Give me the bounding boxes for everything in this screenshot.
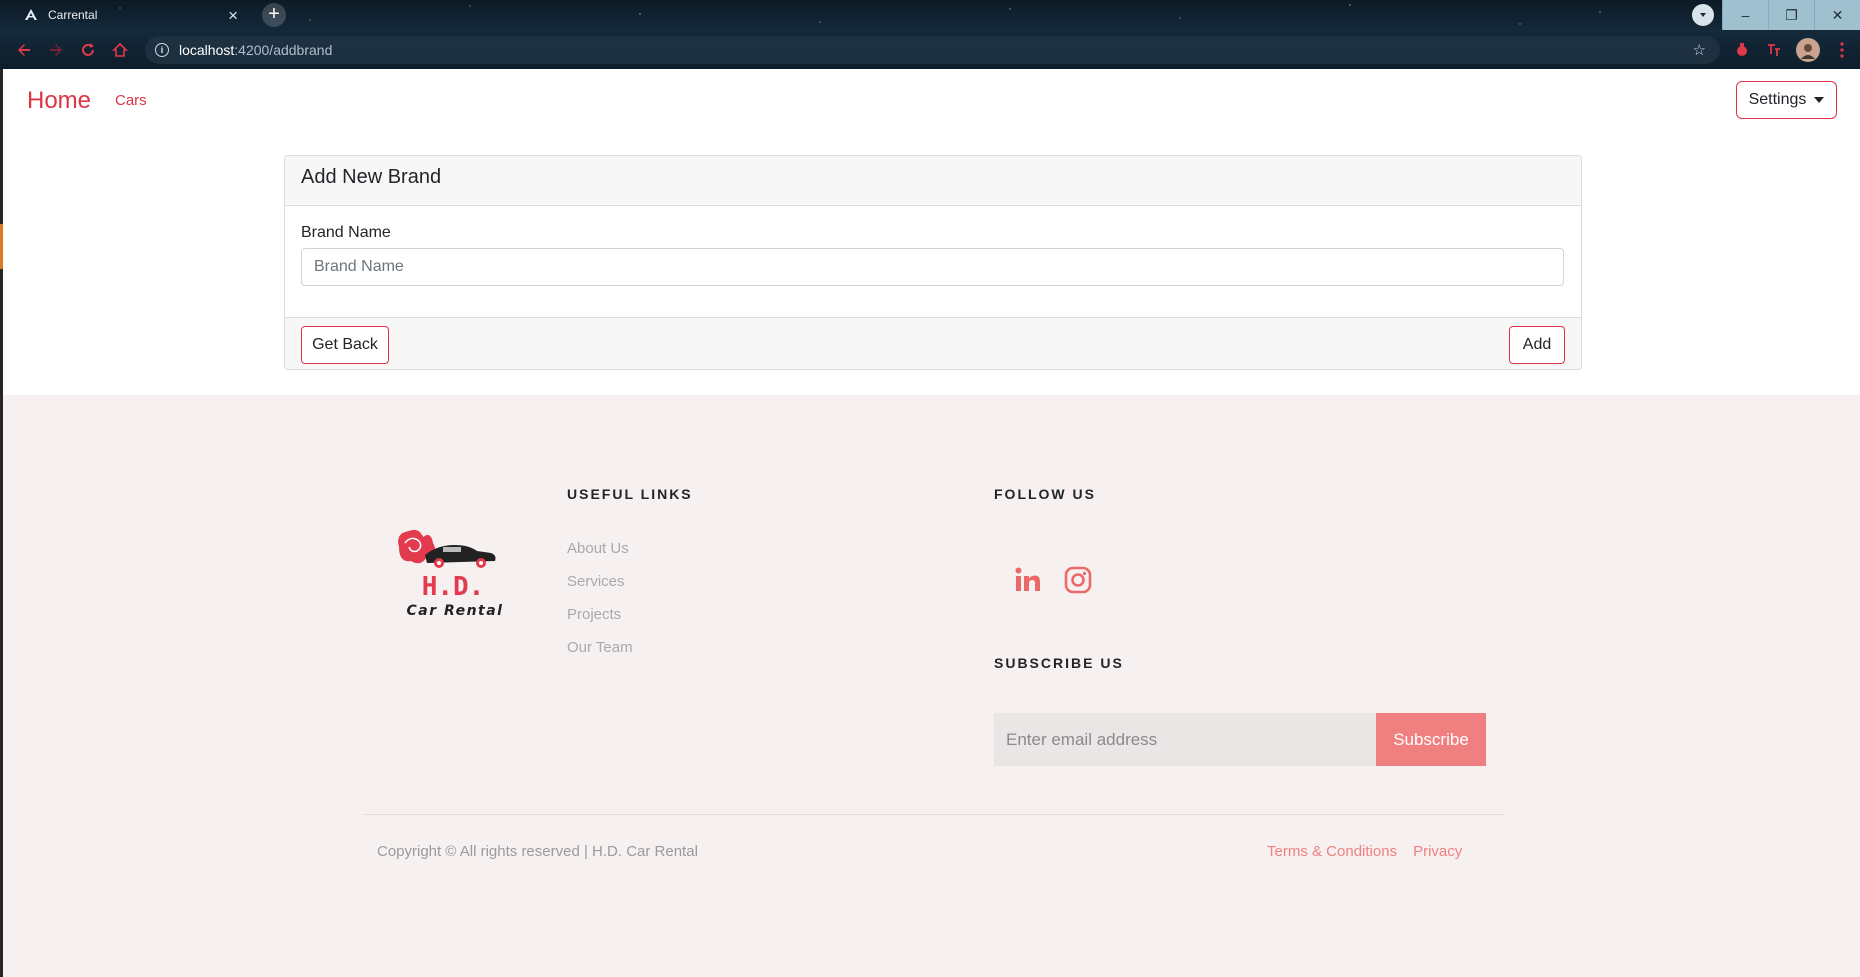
card-footer: Get Back Add	[285, 317, 1581, 369]
translate-extension-icon[interactable]	[1764, 40, 1784, 60]
social-links	[1013, 565, 1093, 595]
add-button[interactable]: Add	[1509, 326, 1565, 364]
restore-button[interactable]: ❐	[1768, 0, 1814, 30]
browser-toolbar: i localhost:4200/addbrand ☆	[0, 34, 1860, 66]
footer-link-about[interactable]: About Us	[567, 540, 633, 573]
browser-tab[interactable]: Carrental ×	[12, 0, 250, 30]
caret-down-icon	[1814, 97, 1825, 103]
email-input[interactable]	[994, 713, 1376, 766]
url-host: localhost	[179, 42, 235, 58]
subscribe-form: Subscribe	[994, 713, 1486, 766]
url-path: :4200/addbrand	[234, 42, 333, 58]
info-icon[interactable]: i	[155, 43, 169, 57]
address-bar[interactable]: i localhost:4200/addbrand ☆	[145, 36, 1720, 64]
settings-dropdown-button[interactable]: Settings	[1736, 81, 1837, 119]
new-tab-button[interactable]: +	[262, 3, 286, 27]
tab-close-icon[interactable]: ×	[228, 7, 238, 24]
instagram-icon[interactable]	[1063, 565, 1093, 595]
add-brand-card: Add New Brand Brand Name Get Back Add	[284, 155, 1582, 370]
footer-link-projects[interactable]: Projects	[567, 606, 633, 639]
linkedin-icon[interactable]	[1013, 565, 1043, 595]
back-arrow-icon[interactable]	[14, 40, 34, 60]
top-navbar: Home Cars Settings	[3, 69, 1860, 129]
extension-icon[interactable]	[1732, 40, 1752, 60]
useful-links-list: About Us Services Projects Our Team	[567, 540, 633, 672]
chevron-down-icon[interactable]	[1692, 4, 1714, 26]
browser-chrome: Carrental × + – ❐ ✕ i localhost:4200/add…	[0, 0, 1860, 69]
subscribe-heading: SUBSCRIBE US	[994, 655, 1124, 671]
terms-link[interactable]: Terms & Conditions	[1267, 843, 1397, 860]
profile-avatar-icon[interactable]	[1796, 38, 1820, 62]
card-body: Brand Name	[285, 206, 1581, 317]
page: Home Cars Settings Add New Brand Brand N…	[3, 69, 1860, 977]
brand-name-label: Brand Name	[301, 224, 391, 241]
logo-main-text: H.D.	[422, 572, 485, 602]
follow-us-heading: FOLLOW US	[994, 486, 1096, 502]
nav-cars-link[interactable]: Cars	[115, 92, 147, 109]
get-back-button[interactable]: Get Back	[301, 326, 389, 364]
card-header: Add New Brand	[285, 156, 1581, 206]
privacy-link[interactable]: Privacy	[1413, 843, 1462, 860]
home-icon[interactable]	[110, 40, 130, 60]
menu-dots-icon[interactable]	[1832, 40, 1852, 60]
hd-car-rental-logo[interactable]: H.D. Car Rental	[391, 525, 515, 621]
brand-name-input[interactable]	[301, 248, 1564, 286]
logo-sub-text: Car Rental	[407, 603, 504, 619]
legal-links: Terms & Conditions Privacy	[1267, 843, 1462, 860]
minimize-button[interactable]: –	[1722, 0, 1768, 30]
copyright-text: Copyright © All rights reserved | H.D. C…	[377, 843, 698, 860]
tab-title: Carrental	[48, 8, 98, 22]
footer-link-team[interactable]: Our Team	[567, 639, 633, 672]
subscribe-button[interactable]: Subscribe	[1376, 713, 1486, 766]
form-title: Add New Brand	[301, 166, 442, 188]
forward-arrow-icon[interactable]	[46, 40, 66, 60]
useful-links-heading: USEFUL LINKS	[567, 486, 693, 502]
reload-icon[interactable]	[78, 40, 98, 60]
footer-link-services[interactable]: Services	[567, 573, 633, 606]
nav-home-link[interactable]: Home	[27, 87, 91, 115]
settings-label: Settings	[1748, 91, 1807, 108]
angular-icon	[24, 8, 38, 22]
footer-divider	[363, 814, 1505, 815]
close-window-button[interactable]: ✕	[1814, 0, 1860, 30]
window-controls: – ❐ ✕	[1722, 0, 1860, 30]
bookmark-star-icon[interactable]: ☆	[1693, 41, 1706, 59]
site-footer: H.D. Car Rental USEFUL LINKS About Us Se…	[3, 395, 1860, 977]
